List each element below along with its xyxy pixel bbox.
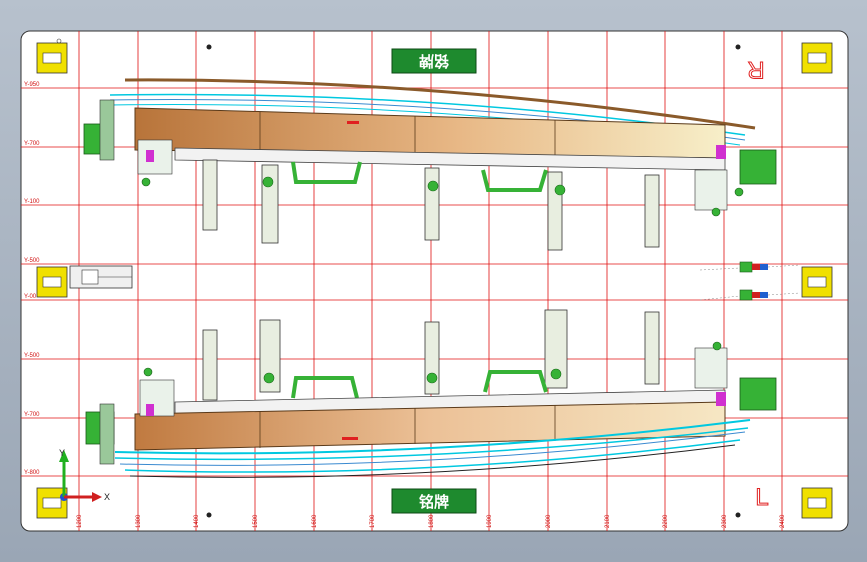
- grid-x-label: 2000: [546, 514, 552, 528]
- right-side-mark: R: [747, 56, 764, 83]
- nameplate-top: 铭牌: [391, 48, 477, 74]
- locating-pad-bottom-right: [801, 487, 833, 519]
- grid-y-label: Y-950: [24, 82, 40, 88]
- grid-x-label: 1500: [253, 514, 259, 528]
- grid-x-label: 1700: [370, 514, 376, 528]
- grid-y-label: Y-700: [24, 141, 40, 147]
- grid-x-label: 2400: [780, 514, 786, 528]
- grid-y-label: Y-500: [24, 353, 40, 359]
- locating-pad-top-left: [36, 38, 68, 74]
- nameplate-bottom: 铭牌: [391, 488, 477, 514]
- locating-pad-top-right: [801, 42, 833, 74]
- grid-x-label: 2300: [722, 514, 728, 528]
- grid-y-label: Y-800: [24, 470, 40, 476]
- grid-x-label: 1400: [194, 514, 200, 528]
- grid-y-label: Y-500: [24, 258, 40, 264]
- grid-y-label: Y-00: [24, 294, 37, 300]
- grid-x-label: 1600: [312, 514, 318, 528]
- locating-pad-mid-right: [801, 266, 833, 298]
- axis-x-label: X: [104, 492, 110, 502]
- grid-x-label: 1800: [429, 514, 435, 528]
- cad-viewport[interactable]: Y-950 Y-700 Y-100 Y-500 Y-00 Y-500 Y-700…: [0, 0, 867, 562]
- axis-y-label: Y: [59, 448, 65, 458]
- left-side-mark: L: [755, 484, 768, 511]
- nameplate-bottom-text: 铭牌: [419, 493, 449, 511]
- grid-x-label: 2100: [605, 514, 611, 528]
- middle-left-bracket: [69, 265, 133, 289]
- grid-x-label: 1200: [77, 514, 83, 528]
- grid-x-label: 2200: [663, 514, 669, 528]
- grid-x-label: 1300: [136, 514, 142, 528]
- grid-y-label: Y-700: [24, 412, 40, 418]
- locating-pad-mid-left: [36, 266, 68, 298]
- grid-x-label: 1900: [487, 514, 493, 528]
- nameplate-top-text: 铭牌: [419, 52, 449, 70]
- grid-y-label: Y-100: [24, 199, 40, 205]
